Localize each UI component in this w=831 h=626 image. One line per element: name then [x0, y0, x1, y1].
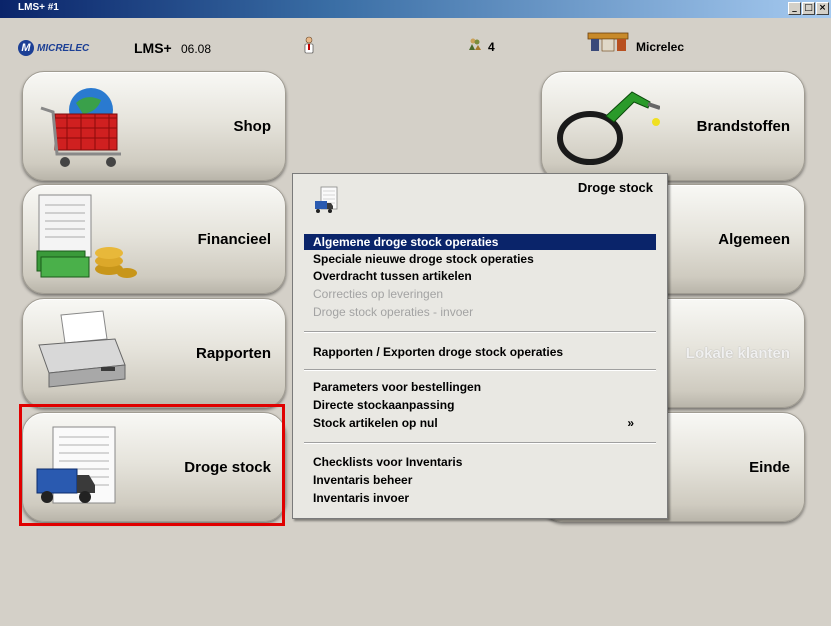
financieel-label: Financieel — [197, 230, 271, 248]
menu-item-inventaris-invoer[interactable]: Inventaris invoer — [304, 490, 656, 506]
users-count: 4 — [488, 40, 495, 54]
algemeen-label: Algemeen — [718, 230, 790, 248]
droge-stock-popup-menu: Droge stock Algemene droge stock operati… — [292, 173, 668, 519]
einde-label: Einde — [749, 458, 790, 476]
financieel-button[interactable]: Financieel — [22, 184, 286, 294]
brandstoffen-button[interactable]: Brandstoffen — [541, 71, 805, 181]
menu-item-algemene-droge-stock-operaties[interactable]: Algemene droge stock operaties — [304, 234, 656, 250]
user-icon — [304, 36, 314, 54]
menu-item-inventaris-beheer[interactable]: Inventaris beheer — [304, 472, 656, 488]
app-name: LMS+ — [134, 40, 172, 56]
minimize-button[interactable]: _ — [788, 2, 801, 15]
station-name: Micrelec — [636, 40, 685, 54]
printer-icon — [38, 310, 126, 388]
menu-item-correcties-op-leveringen: Correcties op leveringen — [313, 287, 444, 301]
menu-separator — [304, 369, 656, 371]
shopping-cart-icon — [40, 88, 121, 167]
money-documents-icon — [36, 194, 137, 278]
selection-highlight-box — [19, 404, 285, 526]
popup-title: Droge stock — [577, 180, 653, 195]
lokale-klanten-label: Lokale klanten — [685, 344, 790, 362]
truck-document-icon — [315, 186, 338, 213]
menu-separator — [304, 331, 656, 333]
menu-item-directe-stockaanpassing[interactable]: Directe stockaanpassing — [304, 397, 656, 413]
fuel-nozzle-icon — [557, 91, 660, 165]
menu-item-parameters-voor-bestellingen[interactable]: Parameters voor bestellingen — [304, 379, 656, 395]
submenu-arrow-icon: » — [627, 416, 634, 430]
menu-item-speciale-nieuwe-droge-stock-operaties[interactable]: Speciale nieuwe droge stock operaties — [304, 251, 656, 267]
menu-item-stock-artikelen-op-nul[interactable]: Stock artikelen op nul » — [304, 415, 656, 431]
restore-button[interactable]: □ — [802, 2, 815, 15]
brandstoffen-label: Brandstoffen — [696, 117, 790, 135]
users-count-icon — [469, 38, 481, 50]
micrelec-logo: M MICRELEC — [18, 40, 89, 56]
window-title: LMS+ #1 — [18, 2, 59, 13]
menu-item-droge-stock-operaties-invoer: Droge stock operaties - invoer — [313, 305, 474, 319]
menu-item-checklists-voor-inventaris[interactable]: Checklists voor Inventaris — [304, 454, 656, 470]
shop-label: Shop — [233, 117, 272, 135]
menu-item-overdracht-tussen-artikelen[interactable]: Overdracht tussen artikelen — [304, 268, 656, 284]
menu-item-label: Stock artikelen op nul — [313, 416, 438, 430]
station-icon — [587, 32, 629, 52]
rapporten-button[interactable]: Rapporten — [22, 298, 286, 408]
micrelec-logo-mark: M — [18, 40, 34, 56]
logo-text: MICRELEC — [37, 42, 90, 54]
menu-item-rapporten-exporten[interactable]: Rapporten / Exporten droge stock operati… — [304, 344, 656, 360]
window-controls: _ □ × — [788, 2, 829, 15]
shop-button[interactable]: Shop — [22, 71, 286, 181]
menu-separator — [304, 442, 656, 444]
rapporten-label: Rapporten — [196, 344, 271, 362]
app-version: 06.08 — [181, 42, 212, 56]
close-button[interactable]: × — [816, 2, 829, 15]
window-title-bar: LMS+ #1 _ □ × — [0, 0, 831, 18]
